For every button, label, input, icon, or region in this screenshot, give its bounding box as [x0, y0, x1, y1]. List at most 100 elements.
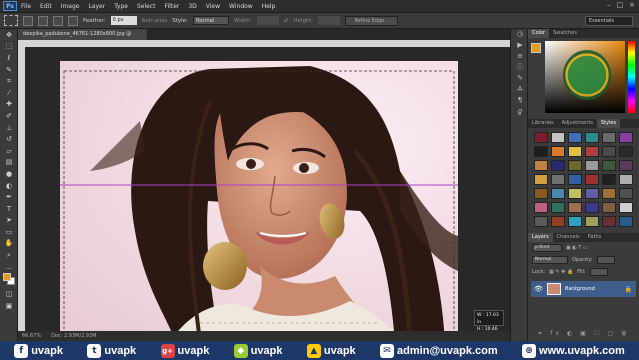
maximize-button[interactable]: □ [617, 1, 624, 9]
tab-swatches[interactable]: Swatches [549, 29, 581, 38]
banner-email[interactable]: ✉ admin@uvapk.com [380, 343, 498, 358]
subtract-selection-icon[interactable] [53, 15, 63, 26]
more-tools-icon[interactable]: … [0, 261, 18, 273]
style-swatch[interactable] [551, 160, 565, 171]
menu-3d[interactable]: 3D [188, 3, 196, 10]
zoom-level[interactable]: 66.67% [22, 333, 41, 339]
style-swatch[interactable] [585, 160, 599, 171]
horizontal-ruler[interactable] [18, 40, 510, 47]
type-icon[interactable]: T [0, 203, 18, 215]
style-swatch[interactable] [568, 160, 582, 171]
hand-icon[interactable]: ✋ [0, 238, 18, 250]
glyphs-icon[interactable]: ℊ [511, 106, 529, 117]
color-preview-swatch[interactable] [531, 43, 541, 53]
hue-slider[interactable] [628, 41, 635, 113]
style-swatch[interactable] [585, 174, 599, 185]
banner-triangle[interactable]: ▲ uvapk [306, 343, 356, 358]
style-swatch[interactable] [534, 174, 548, 185]
visibility-eye-icon[interactable]: 👁 [534, 285, 543, 293]
menu-filter[interactable]: Filter [165, 3, 180, 10]
banner-facebook[interactable]: f uvapk [14, 343, 63, 358]
style-swatch[interactable] [568, 174, 582, 185]
style-swatch[interactable] [602, 174, 616, 185]
style-swatch[interactable] [551, 174, 565, 185]
color-picker[interactable] [528, 38, 639, 119]
feather-input[interactable]: 0 px [110, 16, 137, 25]
add-selection-icon[interactable] [38, 15, 48, 26]
style-swatch[interactable] [619, 174, 633, 185]
menu-select[interactable]: Select [137, 3, 156, 10]
tab-styles[interactable]: Styles [596, 119, 621, 128]
clone-stamp-icon[interactable]: ⊥ [0, 122, 18, 134]
crop-icon[interactable]: ⌗ [0, 75, 18, 87]
menu-help[interactable]: Help [262, 3, 276, 10]
style-swatch[interactable] [534, 132, 548, 143]
style-swatch[interactable] [551, 202, 565, 213]
path-select-icon[interactable]: ➤ [0, 215, 18, 227]
blur-icon[interactable]: ● [0, 168, 18, 180]
paragraph-icon[interactable]: ¶ [511, 95, 529, 106]
shape-icon[interactable]: ▭ [0, 226, 18, 238]
style-swatch[interactable] [534, 202, 548, 213]
minimize-button[interactable]: – [607, 1, 611, 9]
style-swatch[interactable] [551, 188, 565, 199]
width-input[interactable] [256, 16, 279, 25]
foreground-color-swatch[interactable] [3, 273, 11, 282]
tab-libraries[interactable]: Libraries [528, 119, 558, 128]
document-tab[interactable]: deepika_padukone_46761-1280x800.jpg @ 66… [18, 29, 148, 48]
tab-layers[interactable]: Layers [528, 233, 553, 242]
style-swatch[interactable] [534, 146, 548, 157]
layer-kind-filter[interactable]: ρ Kind [532, 244, 562, 252]
banner-twitter[interactable]: t uvapk [87, 343, 136, 358]
style-swatch[interactable] [585, 188, 599, 199]
menu-edit[interactable]: Edit [40, 3, 52, 10]
style-swatch[interactable] [568, 216, 582, 227]
menu-window[interactable]: Window [229, 3, 253, 10]
character-icon[interactable]: A [511, 84, 529, 95]
swap-icon[interactable]: ⇄ [284, 18, 289, 24]
style-swatch[interactable] [602, 202, 616, 213]
style-swatch[interactable] [602, 216, 616, 227]
style-swatch[interactable] [619, 216, 633, 227]
menu-view[interactable]: View [206, 3, 220, 10]
new-selection-icon[interactable] [23, 15, 33, 26]
brush-icon[interactable]: ✐ [0, 110, 18, 122]
layer-row-background[interactable]: 👁 Background 🔒 [531, 281, 636, 297]
menu-file[interactable]: File [21, 3, 31, 10]
style-swatch[interactable] [602, 188, 616, 199]
marquee-icon[interactable]: ⬚ [0, 41, 18, 53]
properties-icon[interactable]: ≡ [511, 51, 529, 62]
move-icon[interactable]: ✥ [0, 29, 18, 41]
tab-channels[interactable]: Channels [553, 233, 584, 242]
history-brush-icon[interactable]: ↺ [0, 133, 18, 145]
layers-footer-icons[interactable]: ⚭ fx ◐ ▣ 🗀 ▢ 🗑 [537, 330, 629, 337]
tab-color[interactable]: Color [528, 29, 550, 38]
style-swatch[interactable] [585, 216, 599, 227]
intersect-selection-icon[interactable] [68, 15, 78, 26]
tab-paths[interactable]: Paths [584, 233, 606, 242]
menu-image[interactable]: Image [61, 3, 80, 10]
height-input[interactable] [318, 16, 341, 25]
style-swatch[interactable] [619, 160, 633, 171]
style-swatch[interactable] [534, 160, 548, 171]
close-button[interactable]: × [629, 1, 635, 9]
zoom-icon[interactable]: ⌕ [0, 249, 18, 261]
menu-type[interactable]: Type [114, 3, 128, 10]
info-icon[interactable]: ⓘ [511, 62, 529, 73]
eyedropper-icon[interactable]: ⁄ [0, 87, 18, 99]
filter-icons[interactable]: ▣ ◐ T ▭ [566, 245, 588, 251]
style-swatch[interactable] [585, 146, 599, 157]
image-canvas[interactable] [60, 61, 458, 342]
brush-panel-icon[interactable]: ✎ [511, 73, 529, 84]
history-icon[interactable]: ◷ [511, 29, 529, 40]
style-swatch[interactable] [619, 146, 633, 157]
dodge-icon[interactable]: ◐ [0, 180, 18, 192]
style-swatch[interactable] [551, 146, 565, 157]
style-swatch[interactable] [534, 188, 548, 199]
blend-mode-select[interactable]: Normal [532, 256, 568, 264]
style-swatch[interactable] [551, 216, 565, 227]
workspace-select[interactable]: Essentials [585, 16, 633, 26]
banner-android[interactable]: ◆ uvapk [233, 343, 283, 358]
gradient-icon[interactable]: ▤ [0, 157, 18, 169]
vertical-ruler[interactable] [18, 47, 25, 331]
